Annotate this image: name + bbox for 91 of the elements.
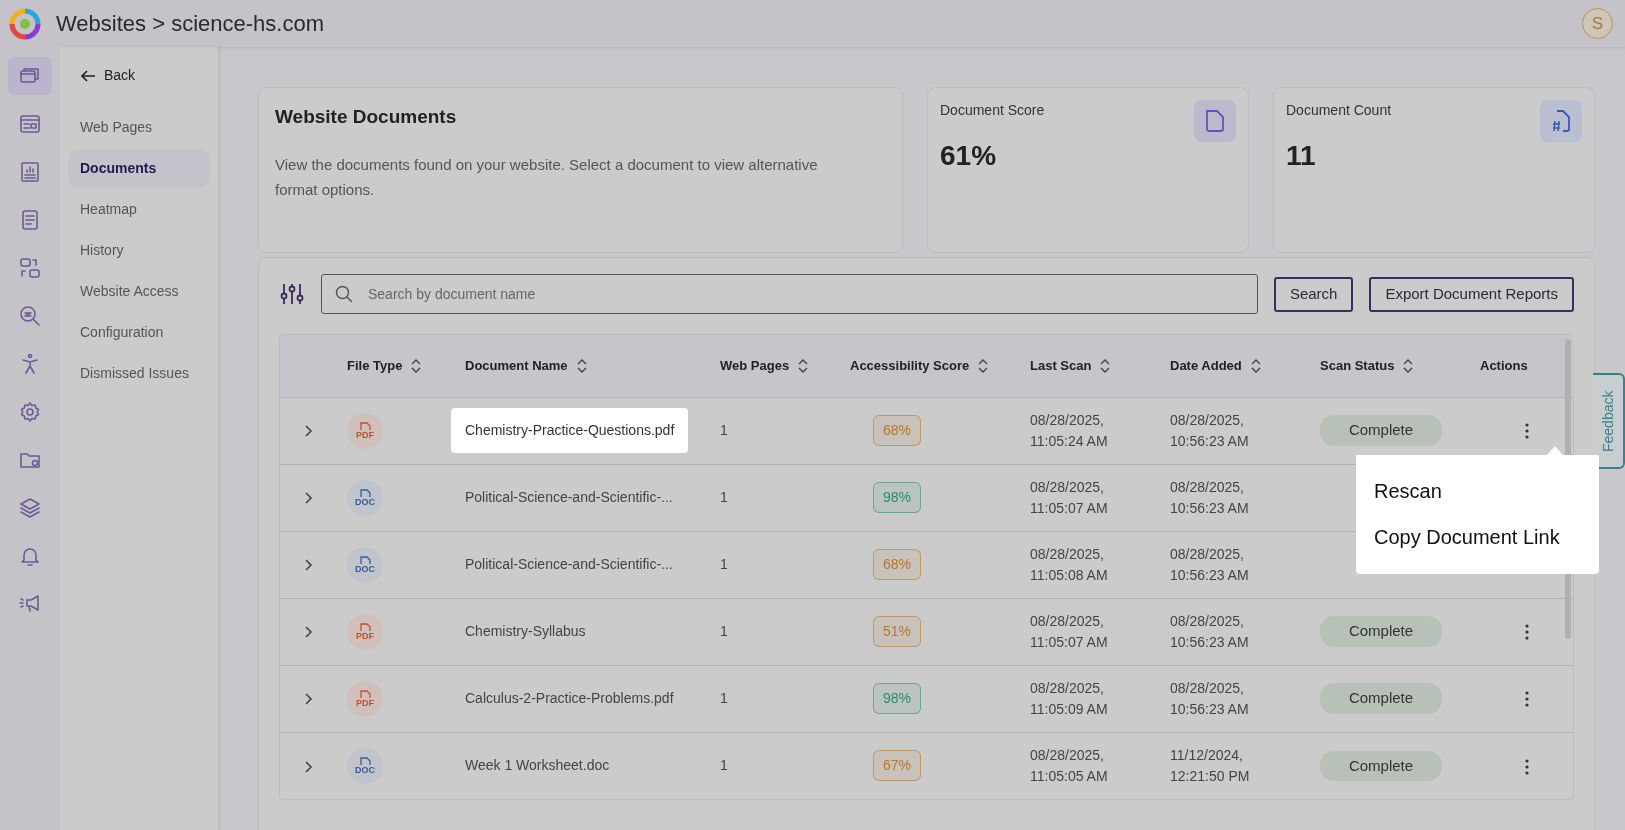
document-name[interactable]: Chemistry-Practice-Questions.pdf xyxy=(451,408,689,453)
file-type-icon: DOC xyxy=(347,479,383,516)
transfer-icon xyxy=(18,256,42,280)
score-badge: 98% xyxy=(873,482,922,513)
web-pages-count: 1 xyxy=(720,422,728,438)
sidebar-item[interactable]: History xyxy=(68,231,210,270)
status-badge: Complete xyxy=(1320,750,1442,781)
score-badge: 67% xyxy=(873,750,922,782)
kebab-icon xyxy=(1524,624,1529,641)
logo-icon xyxy=(8,6,42,41)
menu-item[interactable]: Rescan xyxy=(1374,467,1442,514)
document-name[interactable]: Calculus-2-Practice-Problems.pdf xyxy=(465,684,674,713)
menu-pointer xyxy=(1546,445,1564,456)
sidebar-item[interactable]: Documents xyxy=(68,149,210,188)
sidebar-item[interactable]: Dismissed Issues xyxy=(68,354,210,393)
column-header[interactable]: Web Pages xyxy=(720,356,790,376)
expand-icon[interactable] xyxy=(304,625,314,640)
column-header[interactable]: Last Scan xyxy=(1030,356,1092,376)
column-header[interactable]: Scan Status xyxy=(1320,356,1395,376)
report-icon xyxy=(18,160,42,184)
back-link[interactable]: Back xyxy=(68,65,148,86)
sidebar-item[interactable]: Web Pages xyxy=(68,108,210,147)
status-badge: Complete xyxy=(1320,415,1442,446)
web-pages-count: 1 xyxy=(720,556,728,572)
arrow-left-icon xyxy=(80,68,96,83)
section-description: View the documents found on your website. Select a document to view alternative format options. xyxy=(275,154,819,200)
expand-icon[interactable] xyxy=(304,558,314,573)
score-badge: 98% xyxy=(873,683,922,714)
expand-icon[interactable] xyxy=(304,759,314,774)
date-added: 11/12/2024, 12:21:50 PM xyxy=(1170,746,1250,784)
file-type-icon: PDF xyxy=(347,680,383,717)
document-name[interactable]: Political-Science-and-Scientific-... xyxy=(465,550,673,579)
date-added: 08/28/2025, 10:56:23 AM xyxy=(1170,545,1249,583)
last-scan-date: 08/28/2025, 11:05:09 AM xyxy=(1030,679,1108,717)
last-scan-date: 08/28/2025, 11:05:24 AM xyxy=(1030,411,1108,449)
kebab-icon xyxy=(1524,423,1529,440)
status-badge: Complete xyxy=(1320,683,1442,714)
document-name[interactable]: Week 1 Worksheet.doc xyxy=(465,751,610,781)
last-scan-date: 08/28/2025, 11:05:07 AM xyxy=(1030,612,1108,650)
search-icon xyxy=(335,285,353,303)
web-pages-count: 1 xyxy=(720,489,728,505)
file-type-icon: DOC xyxy=(347,546,383,583)
stat-value: 61% xyxy=(940,139,998,173)
sidebar-item[interactable]: Heatmap xyxy=(68,190,210,229)
status-badge: Complete xyxy=(1320,616,1442,647)
column-header[interactable]: File Type xyxy=(347,356,403,376)
score-badge: 51% xyxy=(873,616,922,647)
page-title: Websites > science-hs.com xyxy=(56,10,324,38)
expand-icon[interactable] xyxy=(304,692,314,707)
web-pages-count: 1 xyxy=(720,757,728,774)
score-badge: 68% xyxy=(873,415,922,446)
file-type-icon: PDF xyxy=(347,613,383,650)
document-name[interactable]: Political-Science-and-Scientific-... xyxy=(465,483,673,512)
web-pages-count: 1 xyxy=(720,690,728,706)
date-added: 08/28/2025, 10:56:23 AM xyxy=(1170,478,1249,516)
last-scan-date: 08/28/2025, 11:05:07 AM xyxy=(1030,478,1108,516)
section-title: Website Documents xyxy=(275,106,458,129)
file-type-icon: PDF xyxy=(347,412,383,449)
kebab-icon xyxy=(1524,691,1529,708)
column-header[interactable]: Date Added xyxy=(1170,356,1242,376)
scrollbar[interactable] xyxy=(1565,339,1571,639)
document-icon xyxy=(1203,108,1227,134)
settings-icon xyxy=(18,400,42,424)
date-added: 08/28/2025, 10:56:23 AM xyxy=(1170,411,1249,449)
date-added: 08/28/2025, 10:56:23 AM xyxy=(1170,679,1249,717)
export-button[interactable]: Export Document Reports xyxy=(1369,276,1574,312)
last-scan-date: 08/28/2025, 11:05:05 AM xyxy=(1030,746,1108,784)
stat-label: Document Score xyxy=(940,101,1046,120)
file-type-icon: DOC xyxy=(347,747,383,784)
column-header[interactable]: Document Name xyxy=(465,356,568,376)
layers-icon xyxy=(18,496,42,520)
sidebar-item[interactable]: Website Access xyxy=(68,272,210,311)
expand-icon[interactable] xyxy=(304,491,314,506)
filter-icon[interactable] xyxy=(279,281,305,307)
document-name[interactable]: Chemistry-Syllabus xyxy=(465,617,586,646)
column-header: Actions xyxy=(1480,357,1528,375)
nav-button[interactable] xyxy=(8,57,52,95)
stat-label: Document Count xyxy=(1286,101,1393,120)
search-icon xyxy=(18,304,42,328)
expand-icon[interactable] xyxy=(304,424,314,439)
browser-icon xyxy=(18,112,42,136)
kebab-icon xyxy=(1524,758,1529,775)
search-button[interactable]: Search xyxy=(1273,276,1354,312)
stat-value: 11 xyxy=(1286,139,1317,173)
date-added: 08/28/2025, 10:56:23 AM xyxy=(1170,612,1249,650)
web-pages-count: 1 xyxy=(720,623,728,639)
search-field[interactable]: Search by document name xyxy=(321,274,1258,314)
menu-item[interactable]: Copy Document Link xyxy=(1374,513,1560,560)
score-badge: 68% xyxy=(873,549,922,580)
last-scan-date: 08/28/2025, 11:05:08 AM xyxy=(1030,545,1108,583)
sidebar-item[interactable]: Configuration xyxy=(68,313,210,352)
